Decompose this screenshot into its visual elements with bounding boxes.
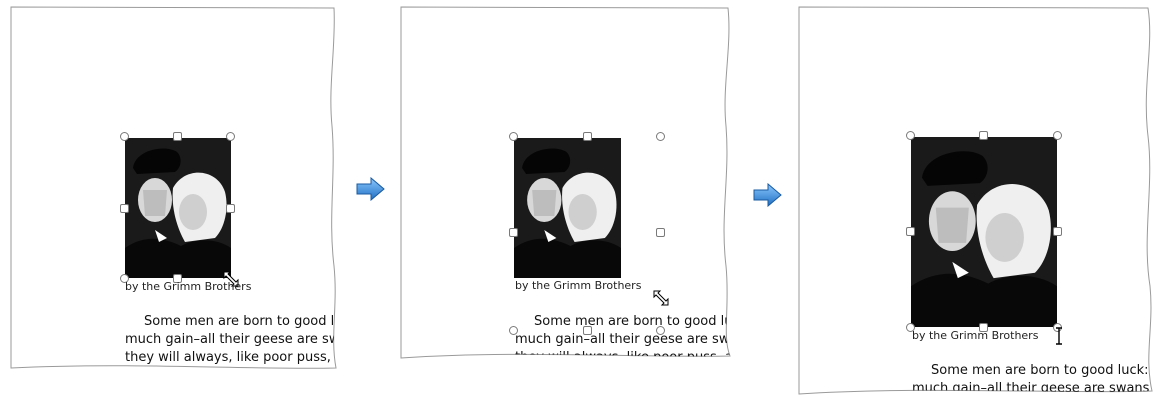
- resize-handle-left[interactable]: [906, 227, 915, 236]
- page-resizing: by the Grimm Brothers Some men are born …: [400, 6, 735, 366]
- story-line-1: Some men are born to good luck:: [144, 314, 340, 329]
- next-step-arrow-icon: [753, 183, 782, 207]
- next-step-arrow-icon: [356, 177, 385, 201]
- resize-diagonal-icon: [652, 289, 670, 307]
- resize-handle-top-right[interactable]: [1053, 131, 1062, 140]
- story-line-3: they will always, like poor puss, a: [125, 350, 340, 365]
- grimm-portrait[interactable]: [514, 138, 621, 278]
- resize-handle-top-left[interactable]: [120, 132, 129, 141]
- resize-handle-left[interactable]: [509, 228, 518, 237]
- text-cursor-icon: [1054, 327, 1064, 345]
- resize-handle-top[interactable]: [979, 131, 988, 140]
- resize-handle-top-left[interactable]: [906, 131, 915, 140]
- resize-handle-top-right[interactable]: [656, 132, 665, 141]
- resize-handle-top[interactable]: [583, 132, 592, 141]
- story-line-2: much gain–all their geese are swans: [515, 332, 735, 347]
- resize-handle-right[interactable]: [656, 228, 665, 237]
- resize-handle-top-left[interactable]: [509, 132, 518, 141]
- page-before: by the Grimm Brothers Some men are born …: [10, 6, 340, 376]
- resize-handle-top-right[interactable]: [226, 132, 235, 141]
- grimm-portrait[interactable]: [911, 137, 1057, 327]
- image-caption: by the Grimm Brothers: [125, 280, 252, 293]
- image-caption: by the Grimm Brothers: [515, 279, 642, 292]
- resize-handle-right[interactable]: [226, 204, 235, 213]
- resize-handle-right[interactable]: [1053, 227, 1062, 236]
- resize-handle-left[interactable]: [120, 204, 129, 213]
- resize-handle-top[interactable]: [173, 132, 182, 141]
- grimm-portrait[interactable]: [125, 138, 231, 278]
- story-line-1: Some men are born to good luck:: [534, 314, 735, 329]
- image-caption: by the Grimm Brothers: [912, 329, 1039, 342]
- story-line-1: Some men are born to good luck:: [931, 363, 1149, 378]
- page-after: by the Grimm Brothers Some men are born …: [798, 6, 1156, 401]
- story-line-2: much gain–all their geese are swans: [125, 332, 340, 347]
